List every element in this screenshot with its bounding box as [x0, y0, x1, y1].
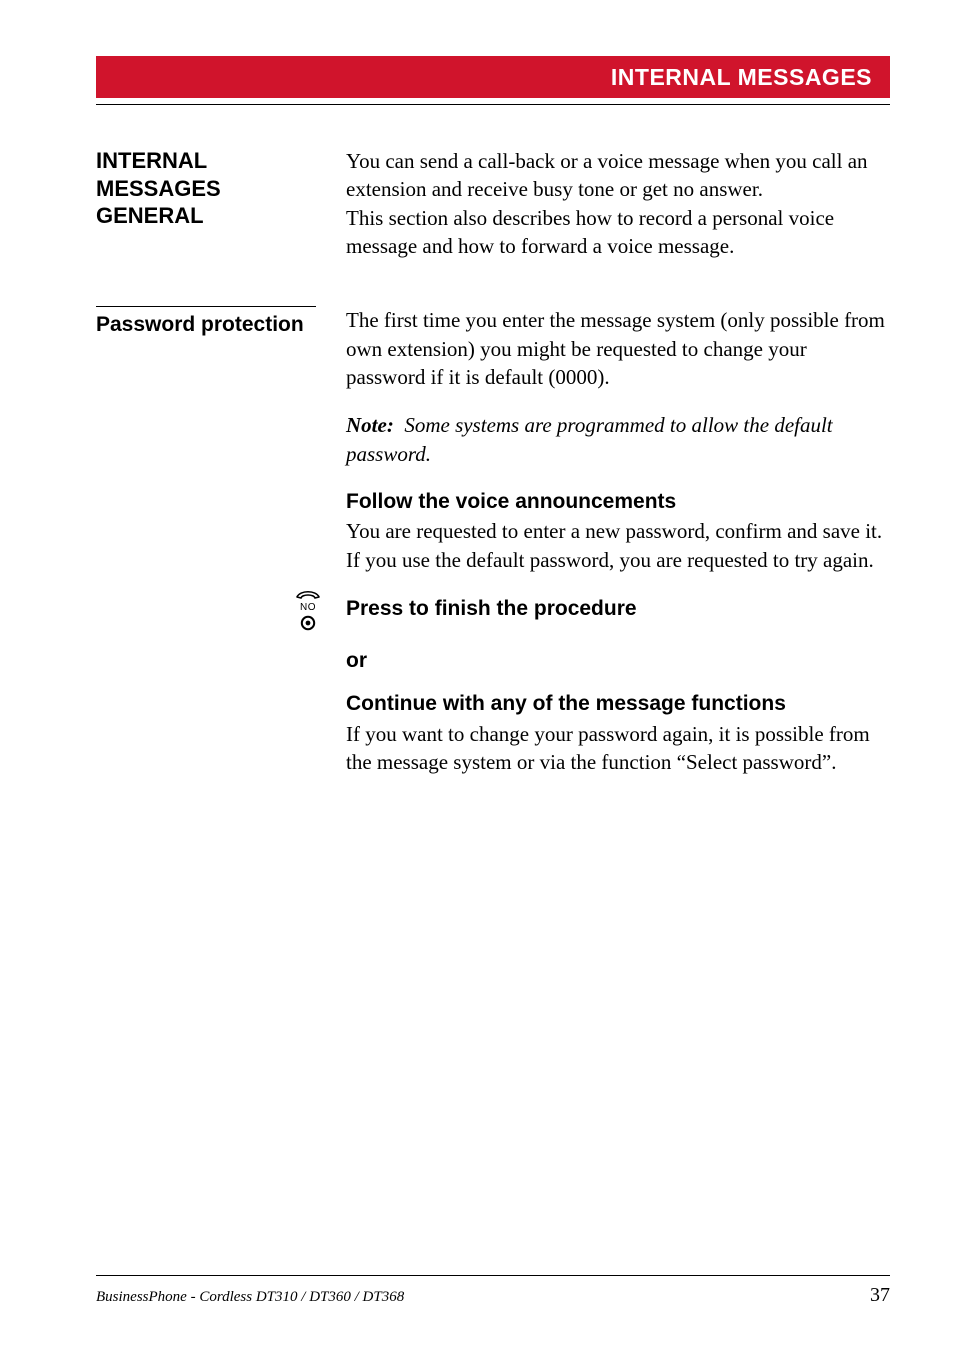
footer-page-number: 37	[870, 1284, 890, 1307]
continue-body: If you want to change your password agai…	[346, 720, 890, 777]
press-row: NO Press to finish the procedure	[96, 586, 890, 631]
section-divider	[96, 306, 316, 307]
content-area: INTERNAL MESSAGES GENERAL You can send a…	[96, 147, 890, 776]
press-text: Press to finish the procedure	[346, 595, 890, 622]
or-row: or	[96, 647, 890, 674]
continue-right: Continue with any of the message functio…	[346, 690, 890, 776]
heading-password-protection: Password protection	[96, 313, 330, 337]
page-footer: BusinessPhone - Cordless DT310 / DT360 /…	[96, 1275, 890, 1307]
page-container: INTERNAL MESSAGES INTERNAL MESSAGES GENE…	[0, 0, 954, 776]
header-rule	[96, 104, 890, 105]
note-row: Note: Some systems are programmed to all…	[96, 411, 890, 468]
or-right: or	[346, 647, 890, 674]
circle-dot-icon	[300, 615, 316, 631]
section-password: Password protection The first time you e…	[96, 306, 890, 391]
follow-body: You are requested to enter a new passwor…	[346, 517, 890, 574]
follow-heading: Follow the voice announcements	[346, 488, 890, 515]
heading-general: GENERAL	[96, 202, 330, 230]
continue-row: Continue with any of the message functio…	[96, 690, 890, 776]
heading-internal-messages: INTERNAL MESSAGES	[96, 147, 330, 202]
note-label: Note:	[346, 413, 394, 437]
no-label: NO	[300, 602, 316, 613]
section-general-body: You can send a call-back or a voice mess…	[346, 147, 890, 260]
hangup-icon: NO	[294, 586, 322, 631]
note-body: Some systems are programmed to allow the…	[346, 413, 833, 465]
follow-row: Follow the voice announcements You are r…	[96, 488, 890, 574]
note-text: Note: Some systems are programmed to all…	[346, 411, 890, 468]
header-banner: INTERNAL MESSAGES	[96, 56, 890, 98]
or-text: or	[346, 647, 890, 674]
press-right: Press to finish the procedure	[346, 595, 890, 622]
section-password-body: The first time you enter the message sys…	[346, 306, 890, 391]
follow-right: Follow the voice announcements You are r…	[346, 488, 890, 574]
continue-heading: Continue with any of the message functio…	[346, 690, 890, 717]
icon-column: NO	[96, 586, 346, 631]
section-password-left: Password protection	[96, 306, 346, 337]
footer-product: BusinessPhone - Cordless DT310 / DT360 /…	[96, 1289, 404, 1306]
section-general: INTERNAL MESSAGES GENERAL You can send a…	[96, 147, 890, 260]
handset-icon	[294, 586, 322, 600]
banner-title: INTERNAL MESSAGES	[611, 64, 872, 91]
section-general-left: INTERNAL MESSAGES GENERAL	[96, 147, 346, 230]
